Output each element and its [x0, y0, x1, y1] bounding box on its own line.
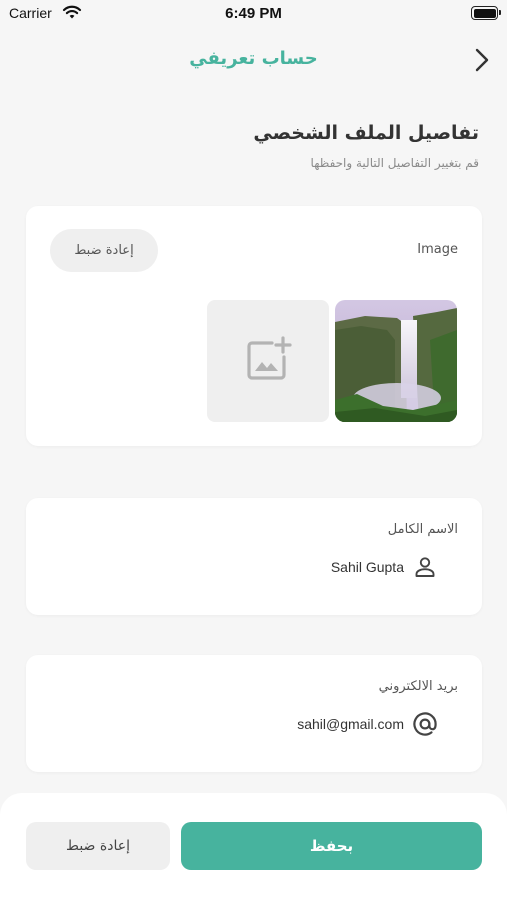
section-subtitle: قم بتغيير التفاصيل التالية واحفظها [310, 156, 479, 170]
full-name-field[interactable]: Sahil Gupta [331, 554, 438, 580]
battery-icon [471, 6, 501, 20]
profile-photo[interactable] [335, 300, 457, 422]
page-title: حساب تعريفي [189, 48, 318, 69]
image-card: إعادة ضبط Image [26, 206, 482, 446]
reset-button[interactable]: إعادة ضبط [26, 822, 170, 870]
bottom-action-bar: إعادة ضبط بحفظ [0, 793, 507, 900]
full-name-value[interactable]: Sahil Gupta [331, 559, 404, 575]
full-name-label: الاسم الكامل [387, 522, 458, 537]
email-field[interactable]: sahil@gmail.com [297, 711, 438, 737]
email-card: بريد الالكتروني sahil@gmail.com [26, 655, 482, 772]
person-icon [412, 554, 438, 580]
image-label: Image [417, 242, 458, 257]
save-button[interactable]: بحفظ [181, 822, 482, 870]
add-photo-icon [244, 335, 292, 387]
status-bar: Carrier 6:49 PM [0, 0, 507, 28]
email-value[interactable]: sahil@gmail.com [297, 716, 404, 732]
section-title: تفاصيل الملف الشخصي [253, 122, 479, 144]
add-image-button[interactable] [207, 300, 329, 422]
email-label: بريد الالكتروني [378, 679, 458, 694]
clock: 6:49 PM [225, 5, 282, 22]
chevron-right-icon[interactable] [470, 46, 494, 74]
full-name-card: الاسم الكامل Sahil Gupta [26, 498, 482, 615]
image-reset-button[interactable]: إعادة ضبط [50, 229, 158, 272]
at-icon [412, 711, 438, 737]
